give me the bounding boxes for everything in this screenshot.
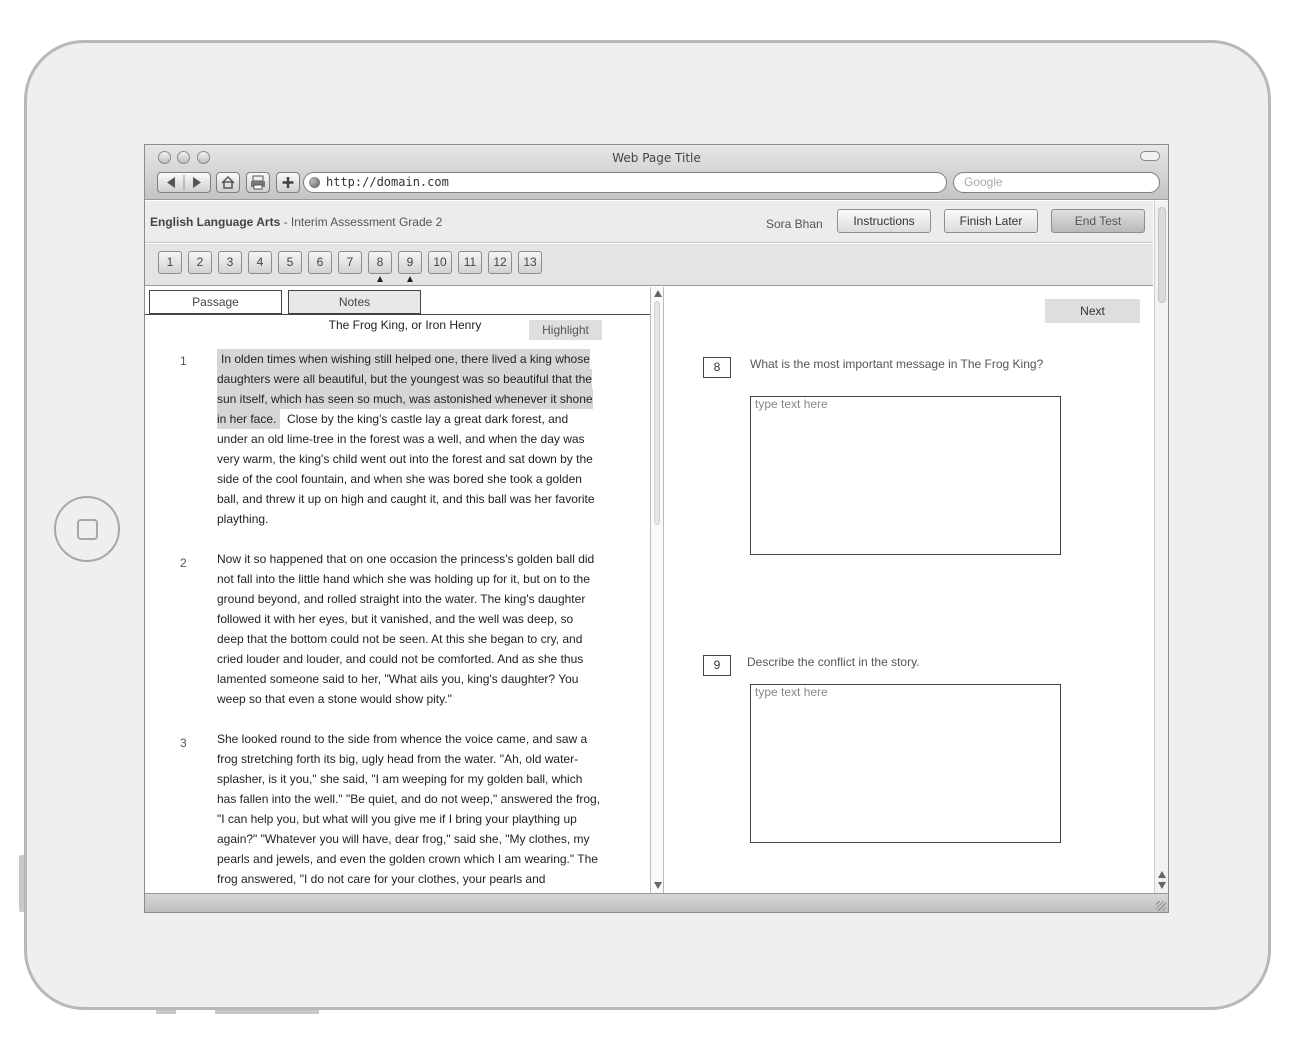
question-nav-button[interactable]: 4: [248, 251, 272, 274]
passage-paragraph: In olden times when wishing still helped…: [217, 349, 602, 529]
question-number-badge: 9: [703, 655, 731, 676]
back-forward-group: [157, 172, 211, 193]
question-nav-button[interactable]: 5: [278, 251, 302, 274]
print-button[interactable]: [246, 172, 270, 193]
back-arrow-icon[interactable]: [158, 173, 210, 192]
next-button[interactable]: Next: [1045, 299, 1140, 323]
instructions-button[interactable]: Instructions: [837, 209, 931, 233]
question-nav-button[interactable]: 9: [398, 251, 422, 274]
assessment-title: English Language Arts - Interim Assessme…: [150, 215, 442, 229]
print-icon: [251, 175, 265, 190]
paragraph-number: 2: [180, 556, 187, 570]
plus-icon: [282, 177, 294, 188]
question-nav-button[interactable]: 1: [158, 251, 182, 274]
question-navigation: 1 2 3 4 5 6 7 8 9 10 11 12 13: [145, 244, 1153, 286]
url-text: http://domain.com: [326, 175, 449, 189]
scrollbar-thumb[interactable]: [654, 301, 660, 525]
question-prompt: Describe the conflict in the story.: [747, 655, 920, 669]
question-nav-button[interactable]: 13: [518, 251, 542, 274]
scroll-up-icon[interactable]: [1158, 871, 1166, 878]
paragraph-number: 1: [180, 354, 187, 368]
paragraph-text: Close by the king's castle lay a great d…: [217, 412, 595, 526]
assessment-label: - Interim Assessment Grade 2: [280, 215, 443, 229]
answer-textarea[interactable]: type text here: [750, 684, 1061, 843]
question-nav-button[interactable]: 7: [338, 251, 362, 274]
subject-label: English Language Arts: [150, 215, 281, 229]
paragraph-number: 3: [180, 736, 187, 750]
tablet-home-button[interactable]: [54, 496, 120, 562]
resize-grip-icon[interactable]: [1156, 901, 1166, 911]
toolbar-toggle-button[interactable]: [1140, 151, 1160, 161]
question-nav-button[interactable]: 12: [488, 251, 512, 274]
globe-icon: [309, 177, 320, 188]
question-nav-button[interactable]: 2: [188, 251, 212, 274]
question-nav-button[interactable]: 3: [218, 251, 242, 274]
browser-window: Web Page Title http://domain.com Google …: [144, 144, 1169, 913]
status-bar: [145, 893, 1168, 912]
current-question-marker-icon: [377, 276, 383, 282]
scroll-down-icon[interactable]: [654, 882, 662, 889]
tab-divider: [145, 314, 650, 315]
passage-paragraph: Now it so happened that on one occasion …: [217, 552, 595, 706]
passage-pane: Passage Notes The Frog King, or Iron Hen…: [145, 287, 650, 893]
end-test-button[interactable]: End Test: [1051, 209, 1145, 233]
highlight-button[interactable]: Highlight: [529, 320, 602, 340]
url-bar[interactable]: http://domain.com: [303, 172, 947, 193]
question-pane: Next 8 What is the most important messag…: [665, 287, 1154, 893]
home-icon: [221, 175, 235, 189]
question-nav-button[interactable]: 11: [458, 251, 482, 274]
answer-textarea[interactable]: type text here: [750, 396, 1061, 555]
home-button[interactable]: [216, 172, 240, 193]
question-number-badge: 8: [703, 357, 731, 378]
passage-scrollbar[interactable]: [650, 287, 664, 893]
current-question-marker-icon: [407, 276, 413, 282]
scrollbar-thumb[interactable]: [1158, 207, 1166, 303]
user-name: Sora Bhan: [766, 217, 823, 231]
scroll-up-icon[interactable]: [654, 290, 662, 297]
question-nav-button[interactable]: 8: [368, 251, 392, 274]
passage-title: The Frog King, or Iron Henry: [328, 318, 482, 332]
question-prompt: What is the most important message in Th…: [750, 357, 1044, 371]
finish-later-button[interactable]: Finish Later: [944, 209, 1038, 233]
home-square-icon: [77, 519, 98, 540]
scroll-down-icon[interactable]: [1158, 882, 1166, 889]
browser-toolbar: Web Page Title http://domain.com Google: [145, 145, 1168, 200]
tab-passage[interactable]: Passage: [149, 290, 282, 314]
passage-paragraph: She looked round to the side from whence…: [217, 732, 601, 886]
tab-notes[interactable]: Notes: [288, 290, 421, 314]
app-header: English Language Arts - Interim Assessme…: [145, 201, 1153, 243]
browser-scrollbar[interactable]: [1154, 201, 1168, 893]
add-bookmark-button[interactable]: [276, 172, 300, 193]
question-nav-button[interactable]: 10: [428, 251, 452, 274]
window-title: Web Page Title: [612, 151, 701, 165]
search-input[interactable]: Google: [953, 172, 1160, 193]
question-nav-button[interactable]: 6: [308, 251, 332, 274]
